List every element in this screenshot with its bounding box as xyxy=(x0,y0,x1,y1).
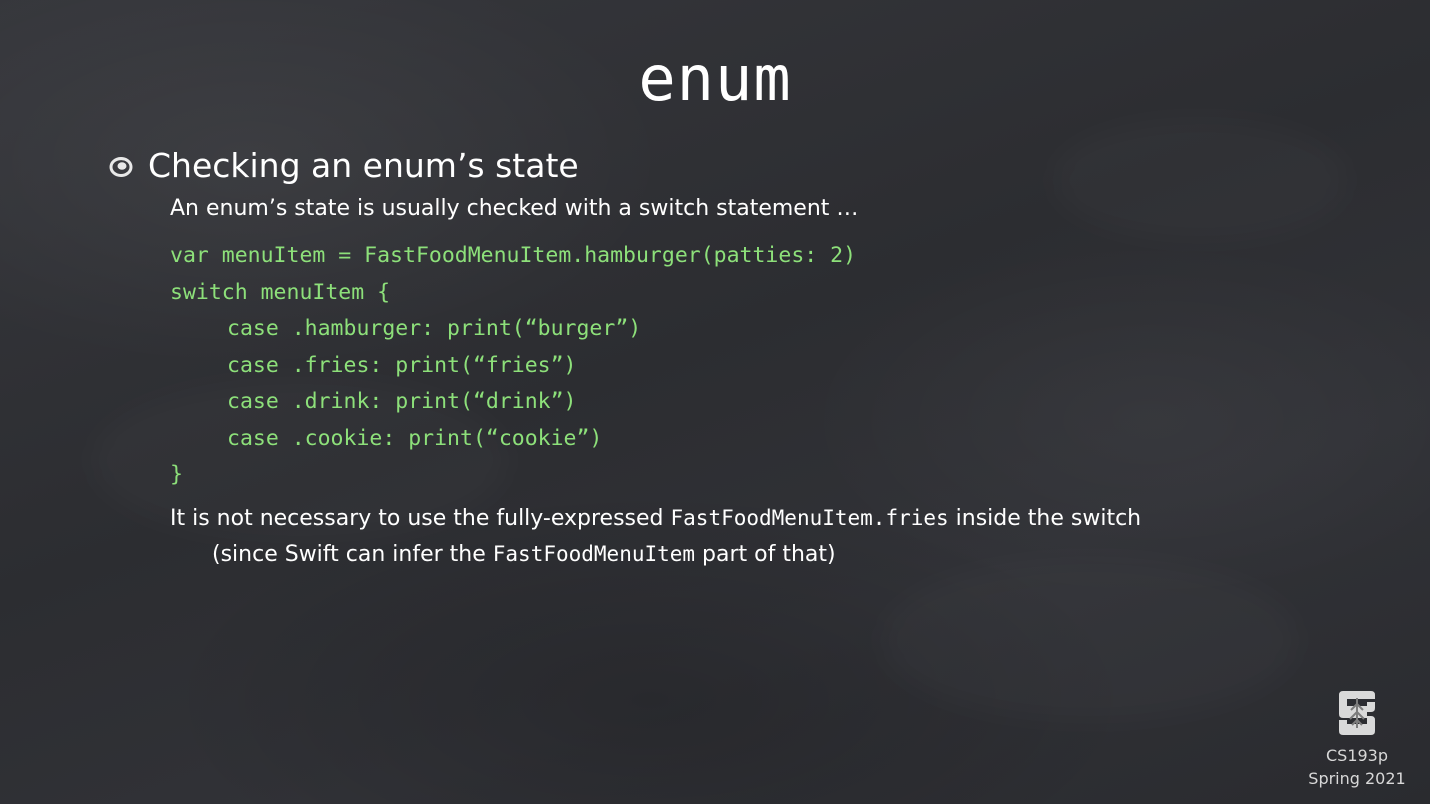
chalk-bullet-icon xyxy=(109,156,133,177)
bullet-row: Checking an enum’s state xyxy=(108,146,579,185)
inline-code: FastFoodMenuItem.fries xyxy=(670,506,949,530)
explanation-text: (since Swift can infer the xyxy=(212,542,493,567)
explanation-text: inside the switch xyxy=(948,506,1142,531)
course-code: CS193p xyxy=(1325,746,1389,765)
code-line: case .cookie: print(“cookie”) xyxy=(227,425,603,451)
code-block: var menuItem = FastFoodMenuItem.hamburge… xyxy=(170,238,856,494)
code-line: case .hamburger: print(“burger”) xyxy=(227,316,642,341)
code-line: var menuItem = FastFoodMenuItem.hamburge… xyxy=(170,243,857,268)
code-line: switch menuItem { xyxy=(170,279,391,305)
course-label: CS193p Spring 2021 xyxy=(1300,744,1414,790)
inline-code: FastFoodMenuItem xyxy=(492,542,696,566)
bullet-subtext: An enum’s state is usually checked with … xyxy=(170,196,859,221)
chalk-smudge xyxy=(880,560,1300,720)
explanation-text: It is not necessary to use the fully-exp… xyxy=(170,506,671,531)
stanford-logo xyxy=(1339,691,1375,735)
code-line: case .fries: print(“fries”) xyxy=(227,352,577,378)
explanation-line-1: It is not necessary to use the fully-exp… xyxy=(170,506,1141,531)
slide: enum Checking an enum’s state An enum’s … xyxy=(0,0,1430,804)
course-term: Spring 2021 xyxy=(1308,769,1406,788)
explanation-text: part of that) xyxy=(695,542,836,567)
bullet-heading: Checking an enum’s state xyxy=(148,146,579,185)
explanation-line-2: (since Swift can infer the FastFoodMenuI… xyxy=(212,542,836,567)
chalk-smudge xyxy=(1050,120,1350,240)
slide-title: enum xyxy=(638,42,792,115)
code-line: case .drink: print(“drink”) xyxy=(227,389,577,414)
code-line: } xyxy=(170,462,183,487)
